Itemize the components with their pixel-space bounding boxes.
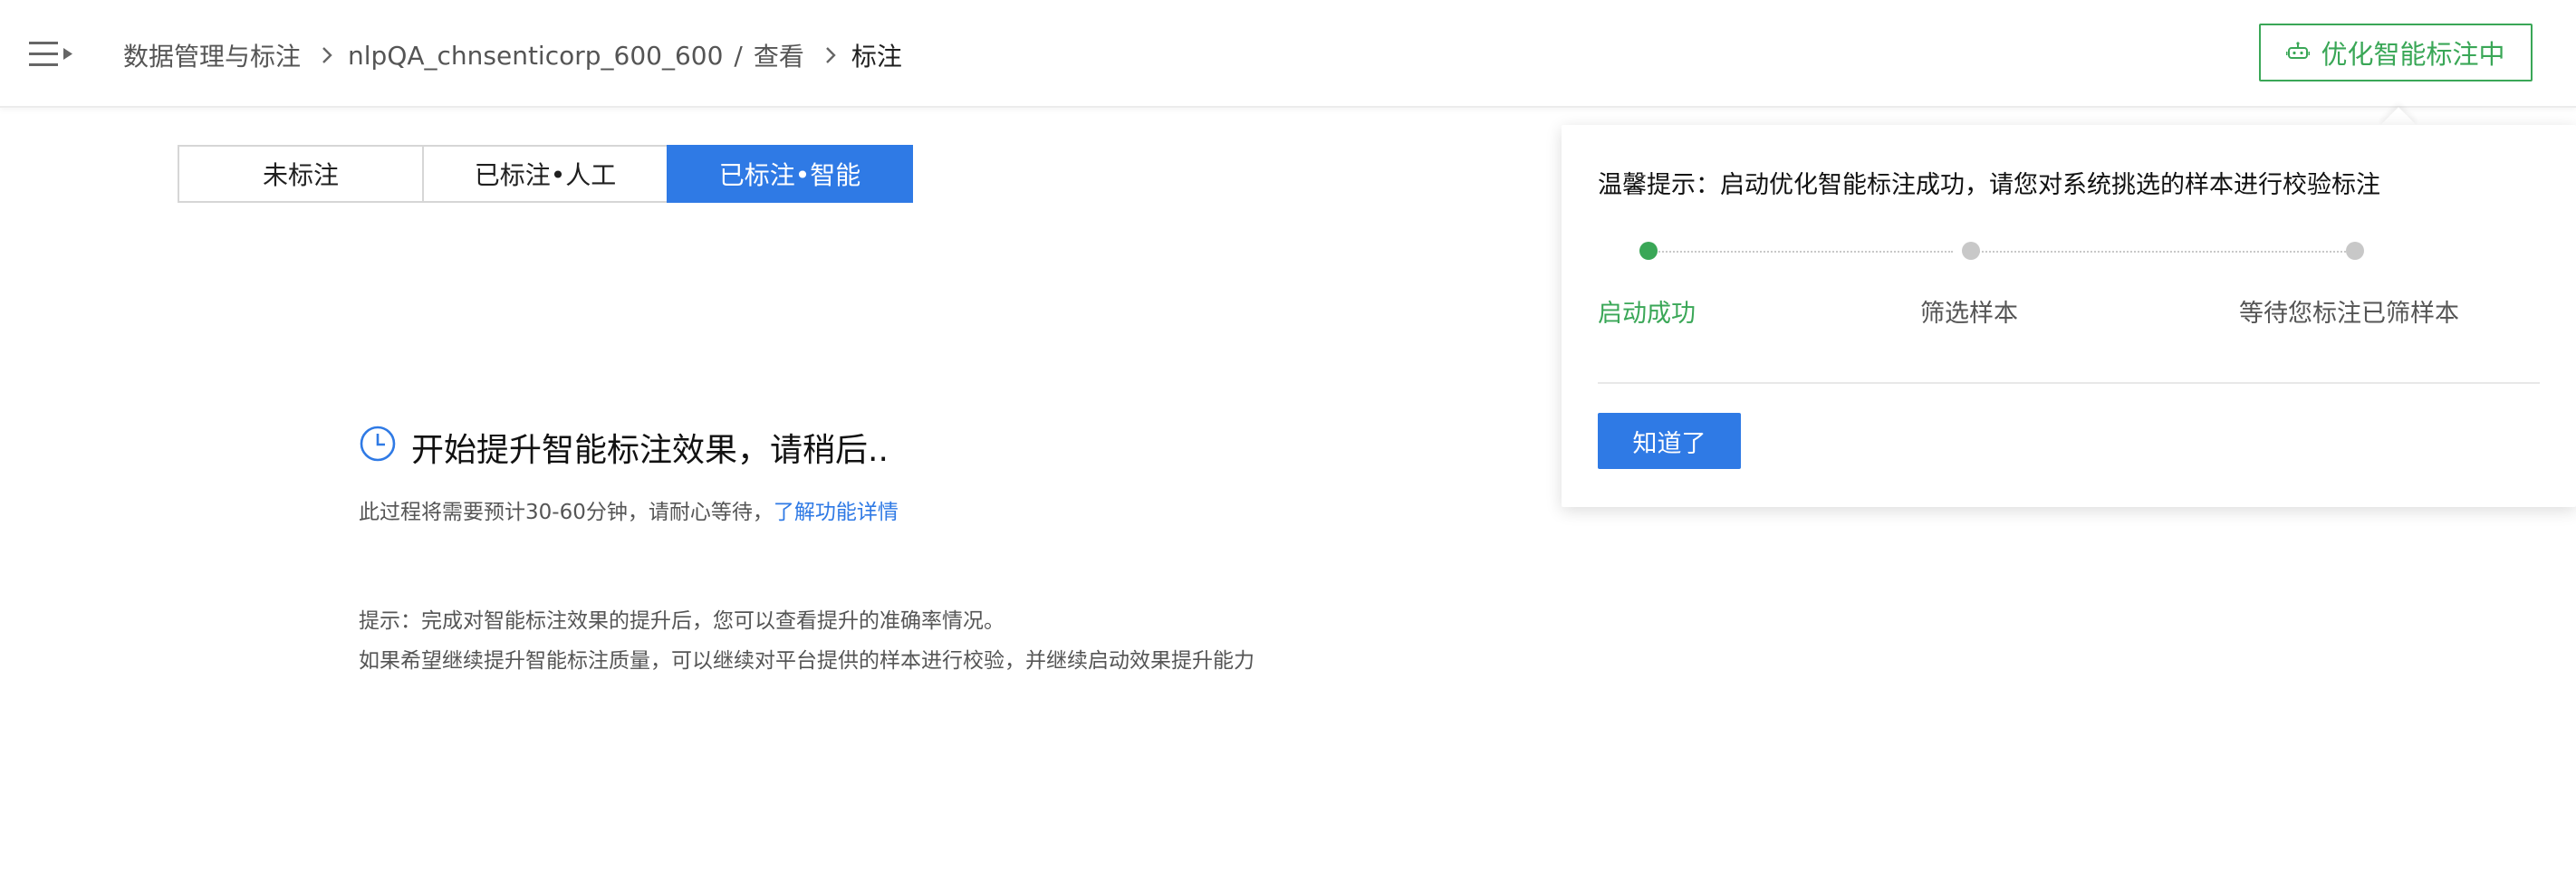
status-title-row: 开始提升智能标注效果，请稍后..	[359, 424, 899, 471]
step-connector	[1648, 251, 1953, 253]
status-description-row: 此过程将需要预计30-60分钟，请耐心等待，了解功能详情	[359, 494, 899, 525]
breadcrumb-current: 标注	[851, 42, 902, 72]
got-it-button[interactable]: 知道了	[1598, 413, 1741, 469]
tips-block: 提示：完成对智能标注效果的提升后，您可以查看提升的准确率情况。 如果希望继续提升…	[359, 601, 1254, 681]
tab-labeled-smart[interactable]: 已标注•智能	[667, 145, 913, 203]
breadcrumb-dataset[interactable]: nlpQA_chnsenticorp_600_600	[348, 41, 723, 71]
step-dot-2	[1962, 242, 1980, 260]
step-connector	[1971, 251, 2346, 253]
optimize-button-label: 优化智能标注中	[2321, 39, 2505, 70]
breadcrumb-separator: /	[734, 40, 743, 71]
tab-unlabeled[interactable]: 未标注	[178, 145, 424, 203]
breadcrumb-view[interactable]: 查看	[754, 37, 804, 73]
popover-divider	[1598, 382, 2540, 384]
label-tabs: 未标注 已标注•人工 已标注•智能	[178, 145, 913, 203]
step-dot-1	[1639, 242, 1658, 260]
breadcrumb-data-management[interactable]: 数据管理与标注	[123, 37, 301, 73]
top-header: 数据管理与标注 nlpQA_chnsenticorp_600_600 / 查看 …	[0, 0, 2576, 108]
tab-labeled-manual[interactable]: 已标注•人工	[422, 145, 668, 203]
menu-toggle-icon[interactable]	[29, 38, 76, 71]
chevron-right-icon	[824, 45, 837, 65]
robot-icon	[2285, 37, 2321, 68]
chevron-right-icon	[321, 45, 333, 65]
tip-line-2: 如果希望继续提升智能标注质量，可以继续对平台提供的样本进行校验，并继续启动效果提…	[359, 649, 1254, 673]
breadcrumb: 数据管理与标注 nlpQA_chnsenticorp_600_600 / 查看 …	[123, 33, 902, 78]
step-label-1: 启动成功	[1598, 300, 1696, 328]
step-dot-3	[2346, 242, 2364, 260]
optimize-smart-label-button[interactable]: 优化智能标注中	[2259, 24, 2533, 81]
status-description: 此过程将需要预计30-60分钟，请耐心等待，	[359, 501, 774, 524]
clock-icon	[359, 425, 411, 471]
learn-more-link[interactable]: 了解功能详情	[774, 501, 899, 524]
status-title: 开始提升智能标注效果，请稍后..	[411, 432, 889, 469]
progress-status: 开始提升智能标注效果，请稍后.. 此过程将需要预计30-60分钟，请耐心等待，了…	[359, 424, 899, 525]
page: 数据管理与标注 nlpQA_chnsenticorp_600_600 / 查看 …	[0, 0, 2576, 871]
step-label-3: 等待您标注已筛样本	[2239, 300, 2459, 328]
progress-steps: 启动成功 筛选样本 等待您标注已筛样本	[1562, 125, 2576, 342]
tip-line-1: 提示：完成对智能标注效果的提升后，您可以查看提升的准确率情况。	[359, 609, 1004, 633]
step-label-2: 筛选样本	[1920, 300, 2018, 328]
success-popover: 温馨提示：启动优化智能标注成功，请您对系统挑选的样本进行校验标注 启动成功 筛选…	[1562, 125, 2576, 507]
